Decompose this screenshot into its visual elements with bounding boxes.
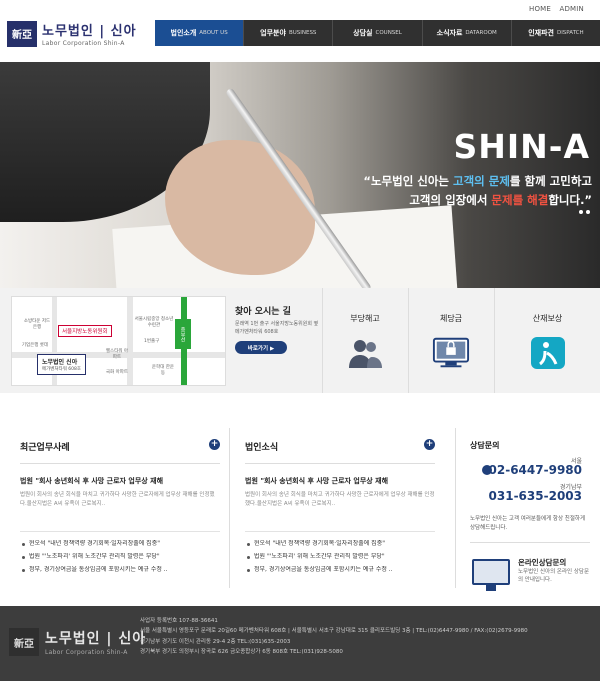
consult-panel: 상담문의 서울 02-6447-9980 경기남부 031-635-2003 노… [470, 440, 590, 597]
directions-title: 찾아 오시는 길 [235, 307, 291, 317]
recent-cases-title: 최근업무사례 [20, 443, 70, 453]
service-wage-claim[interactable]: 체당금 [408, 288, 493, 393]
list-item[interactable]: 법원 "'노조파괴' 위해 노조간부 관리직 발령은 부당" [245, 553, 435, 561]
consult-desc: 노무법인 신아는 고객 여러분들에게 항상 친절하게 상담해드립니다. [470, 516, 586, 531]
injury-icon [529, 336, 567, 370]
firm-news-more-icon[interactable]: + [424, 439, 435, 450]
people-icon [346, 336, 384, 370]
nav-business[interactable]: 업무분야 BUSINESS [243, 20, 332, 46]
phone-number: 02-6447-9980 [488, 463, 582, 477]
service-unfair-dismissal[interactable]: 부당해고 [322, 288, 407, 393]
phone-number: 031-635-2003 [488, 489, 582, 503]
service-label: 부당해고 [350, 314, 380, 323]
header: HOME ADMIN 新亞 노무법인 | 신아 Labor Corporatio… [0, 0, 600, 62]
quick-links-strip: 중부선 소방타운 저드은행 기업은행 롯데 서울시립중앙 청소년수련관 1번출구… [0, 288, 600, 393]
nav-dataroom[interactable]: 소식자료 DATAROOM [421, 20, 511, 46]
map-poi: 국화 아파트 [105, 370, 129, 375]
column-divider [455, 428, 456, 588]
labor-office-marker: 서울지방노동위원회 [58, 325, 112, 337]
home-link[interactable]: HOME [529, 5, 551, 13]
map-poi: 1번출구 [144, 339, 160, 344]
featured-post-body: 법원이 회사의 송년 회식을 마치고 귀가하다 사망한 근로자에게 업무상 재해… [20, 492, 215, 507]
logo-mark-icon: 新亞 [9, 628, 39, 656]
map-poi: 서울시립중앙 청소년수련관 [134, 317, 174, 328]
office-marker: 노무법인 신아 메가벤처타워 608호 [37, 354, 86, 375]
metro-label: 중부선 [175, 319, 191, 349]
directions-text: 문래역 1번 출구 서울지방노동위원회 옆 메가벤처타워 608호 [235, 321, 319, 335]
featured-post-title[interactable]: 법원 "회사 송년회식 후 사망 근로자 업무상 재해 [20, 476, 220, 486]
site-logo[interactable]: 新亞 노무법인 | 신아 Labor Corporation Shin-A [7, 20, 137, 47]
phone-seoul[interactable]: 서울 02-6447-9980 [470, 455, 590, 477]
list-item[interactable]: 현오석 "내년 정책역량 경기회복·일자리창출에 집중" [20, 540, 220, 548]
logo-subtitle: Labor Corporation Shin-A [42, 40, 125, 47]
hero-slogan-line2: 고객의 입장에서 문제를 해결합니다.” [409, 193, 592, 207]
online-consult-link[interactable]: 온라인상담문의 노무법인 신아의 온라인 상담문의 안내입니다. [470, 557, 590, 597]
consult-title: 상담문의 [470, 441, 500, 450]
directions-box: 찾아 오시는 길 문래역 1번 출구 서울지방노동위원회 옆 메가벤처타워 60… [235, 304, 320, 354]
slider-dot[interactable] [586, 210, 590, 214]
hero-title: SHIN-A [453, 127, 590, 166]
footer-line: 사업자 등록번호 107-88-36641 [140, 618, 218, 624]
map-poi: 헬스타워 아파트 [105, 349, 129, 360]
column-divider [229, 428, 230, 588]
service-label: 산재보상 [532, 314, 563, 323]
recent-cases-panel: 최근업무사례 + 법원 "회사 송년회식 후 사망 근로자 업무상 재해 법원이 … [20, 439, 220, 578]
post-list: 현오석 "내년 정책역량 경기회복·일자리창출에 집중" 법원 "'노조파괴' … [20, 540, 220, 573]
featured-post-title[interactable]: 법원 "회사 송년회식 후 사망 근로자 업무상 재해 [245, 476, 435, 486]
firm-news-title: 법인소식 [245, 443, 279, 453]
featured-post-body: 법원이 회사의 송년 회식을 마치고 귀가하다 사망한 근로자에게 업무상 재해… [245, 492, 435, 507]
footer-line: 경기남부 경기도 이천시 관리동 29-4 2층 TEL:(031)635-20… [140, 638, 291, 645]
footer-logo: 新亞 노무법인 | 신아 Labor Corporation Shin-A [9, 628, 146, 656]
logo-title: 노무법인 | 신아 [42, 24, 137, 39]
phone-gyeonggi[interactable]: 경기남부 031-635-2003 [470, 481, 590, 503]
nav-about[interactable]: 법인소개 ABOUT US [155, 20, 244, 46]
firm-news-panel: 법인소식 + 법원 "회사 송년회식 후 사망 근로자 업무상 재해 법원이 회사… [245, 439, 435, 578]
nav-counsel[interactable]: 상담실 COUNSEL [332, 20, 421, 46]
map-poi: 운학대 한운동 [151, 365, 175, 376]
service-label: 체당금 [439, 314, 463, 323]
slider-dots[interactable] [579, 210, 590, 214]
admin-link[interactable]: ADMIN [559, 5, 584, 13]
footer-company-info: 사업자 등록번호 107-88-36641 서울 서울특별시 영등포구 문래로 … [140, 616, 528, 658]
footer-line: 경기북부 경기도 의정부시 장곡로 626 금오종합상가 6동 808호 TEL… [140, 649, 343, 656]
main-nav: 법인소개 ABOUT US 업무분야 BUSINESS 상담실 COUNSEL 소식자… [155, 20, 600, 46]
list-item[interactable]: 법원 "'노조파괴' 위해 노조간부 관리직 발령은 부당" [20, 553, 220, 561]
map-poi: 기업은행 롯데 [21, 343, 49, 348]
footer-logo-title: 노무법인 | 신아 [45, 631, 147, 647]
directions-button[interactable]: 바로가기 ▶ [235, 341, 287, 354]
location-map[interactable]: 중부선 소방타운 저드은행 기업은행 롯데 서울시립중앙 청소년수련관 1번출구… [11, 296, 226, 386]
list-item[interactable]: 현오석 "내년 정책역량 경기회복·일자리창출에 집중" [245, 540, 435, 548]
list-item[interactable]: 정부, 경기상여금을 통상임금에 포함시키는 예규 수정 .. [245, 566, 435, 574]
map-poi: 소방타운 저드은행 [23, 319, 51, 330]
nav-dispatch[interactable]: 인재파견 DISPATCH [510, 20, 600, 46]
footer: 新亞 노무법인 | 신아 Labor Corporation Shin-A 사업… [0, 606, 600, 681]
hero-slogan-line1: “노무법인 신아는 고객의 문제를 함께 고민하고 [363, 174, 592, 188]
list-item[interactable]: 정부, 경기상여금을 통상임금에 포함시키는 예규 수정 .. [20, 566, 220, 574]
footer-line: 서울 서울특별시 영등포구 문래로 20길60 메가벤처타워 608호 | 서울… [140, 628, 528, 635]
lock-screen-icon [432, 336, 470, 370]
post-list: 현오석 "내년 정책역량 경기회복·일자리창출에 집중" 법원 "'노조파괴' … [245, 540, 435, 573]
online-consult-desc: 노무법인 신아의 온라인 상담문의 안내입니다. [518, 568, 590, 583]
monitor-icon [472, 558, 510, 591]
slider-dot[interactable] [579, 210, 583, 214]
online-consult-title: 온라인상담문의 [518, 557, 567, 567]
service-industrial-accident[interactable]: 산재보상 [494, 288, 600, 393]
recent-cases-more-icon[interactable]: + [209, 439, 220, 450]
logo-mark-icon: 新亞 [7, 20, 37, 47]
utility-links: HOME ADMIN [523, 5, 584, 13]
hero-banner: SHIN-A “노무법인 신아는 고객의 문제를 함께 고민하고 고객의 입장에… [0, 62, 600, 288]
footer-logo-subtitle: Labor Corporation Shin-A [45, 649, 128, 656]
